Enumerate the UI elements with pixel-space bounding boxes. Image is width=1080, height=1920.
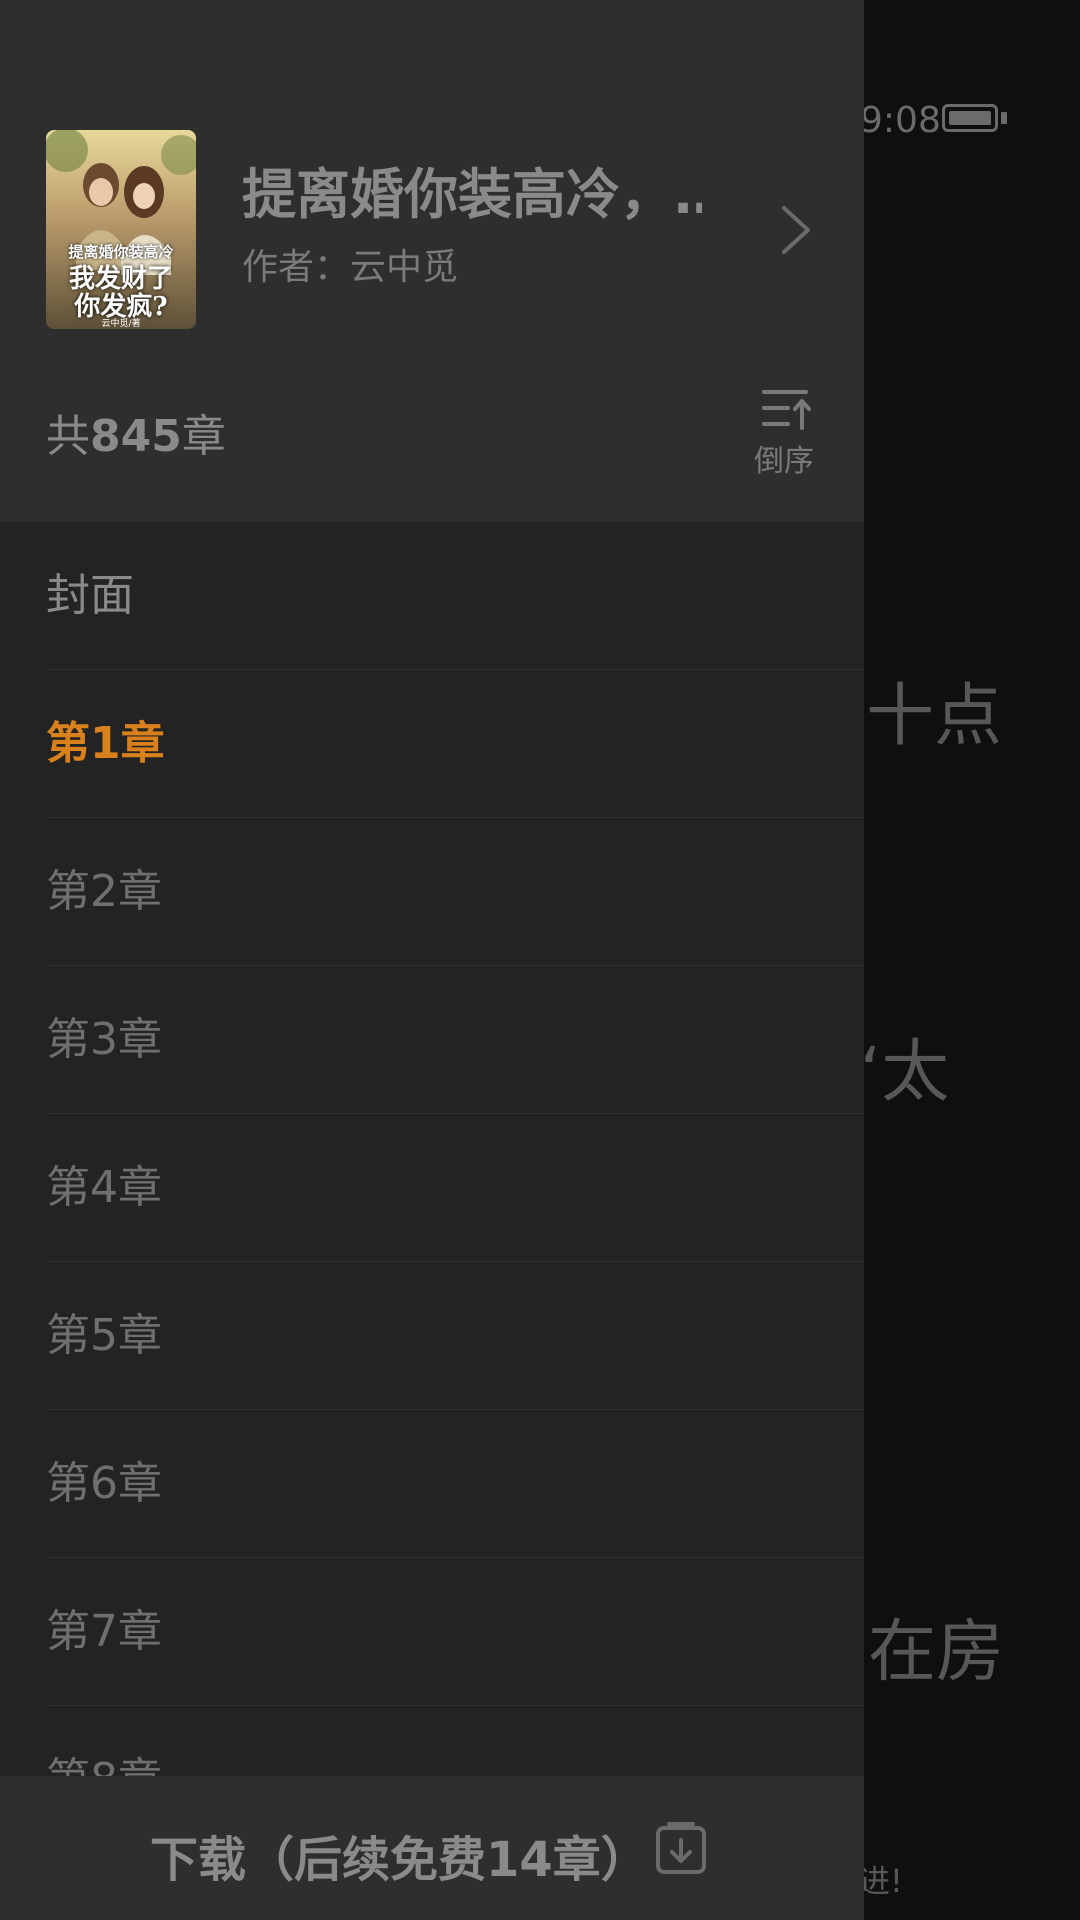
chapter-item-1-current[interactable]: 第1章 [0,670,864,818]
battery-tip [1001,112,1007,124]
reader-text-fragment-1: 十点 [866,677,1003,756]
chapter-item-6[interactable]: 第6章 [0,1410,864,1558]
book-title: 提离婚你装高冷，… [242,163,702,226]
book-author: 作者：云中觅 [242,247,459,288]
chapter-list[interactable]: 封面 第1章 第2章 第3章 第4章 第5章 第6章 第7章 第8章 [0,522,864,1776]
sort-reverse-icon [762,390,811,430]
cover-author: 云中觅/著 [101,319,141,329]
download-label: 下载（后续免费14章） [150,1832,649,1888]
chapter-count-number: 845 [90,411,182,462]
chapter-item-2[interactable]: 第2章 [0,818,864,966]
chapter-item-7[interactable]: 第7章 [0,1558,864,1706]
sort-reverse-button[interactable]: 倒序 [748,380,824,480]
reader-text-fragment-3: 在房 [868,1613,1005,1692]
toc-drawer: 提离婚你装高冷 我发财了 你发疯? 云中觅/著 提离婚你装高冷，… 作者：云中觅… [0,0,864,1920]
chapter-count: 共845章 [46,400,226,464]
chapter-count-suffix: 章 [181,411,226,462]
book-cover[interactable]: 提离婚你装高冷 我发财了 你发疯? 云中觅/著 [46,130,196,329]
chapter-item-3[interactable]: 第3章 [0,966,864,1114]
chapter-item-4[interactable]: 第4章 [0,1114,864,1262]
sort-label: 倒序 [754,444,814,479]
chapter-item-cover[interactable]: 封面 [0,522,864,670]
chapter-count-prefix: 共 [46,411,90,462]
book-info-header[interactable]: 提离婚你装高冷 我发财了 你发疯? 云中觅/著 提离婚你装高冷，… 作者：云中觅… [0,0,864,522]
chapter-item-8[interactable]: 第8章 [0,1706,864,1776]
reader-text-fragment-4: 进! [858,1862,903,1900]
battery-icon [942,104,998,132]
chevron-right-icon[interactable] [770,200,824,260]
chapter-item-5[interactable]: 第5章 [0,1262,864,1410]
status-time: 9:08 [860,100,941,141]
download-button[interactable]: 下载（后续免费14章） [0,1776,864,1920]
download-icon[interactable] [655,1820,707,1876]
